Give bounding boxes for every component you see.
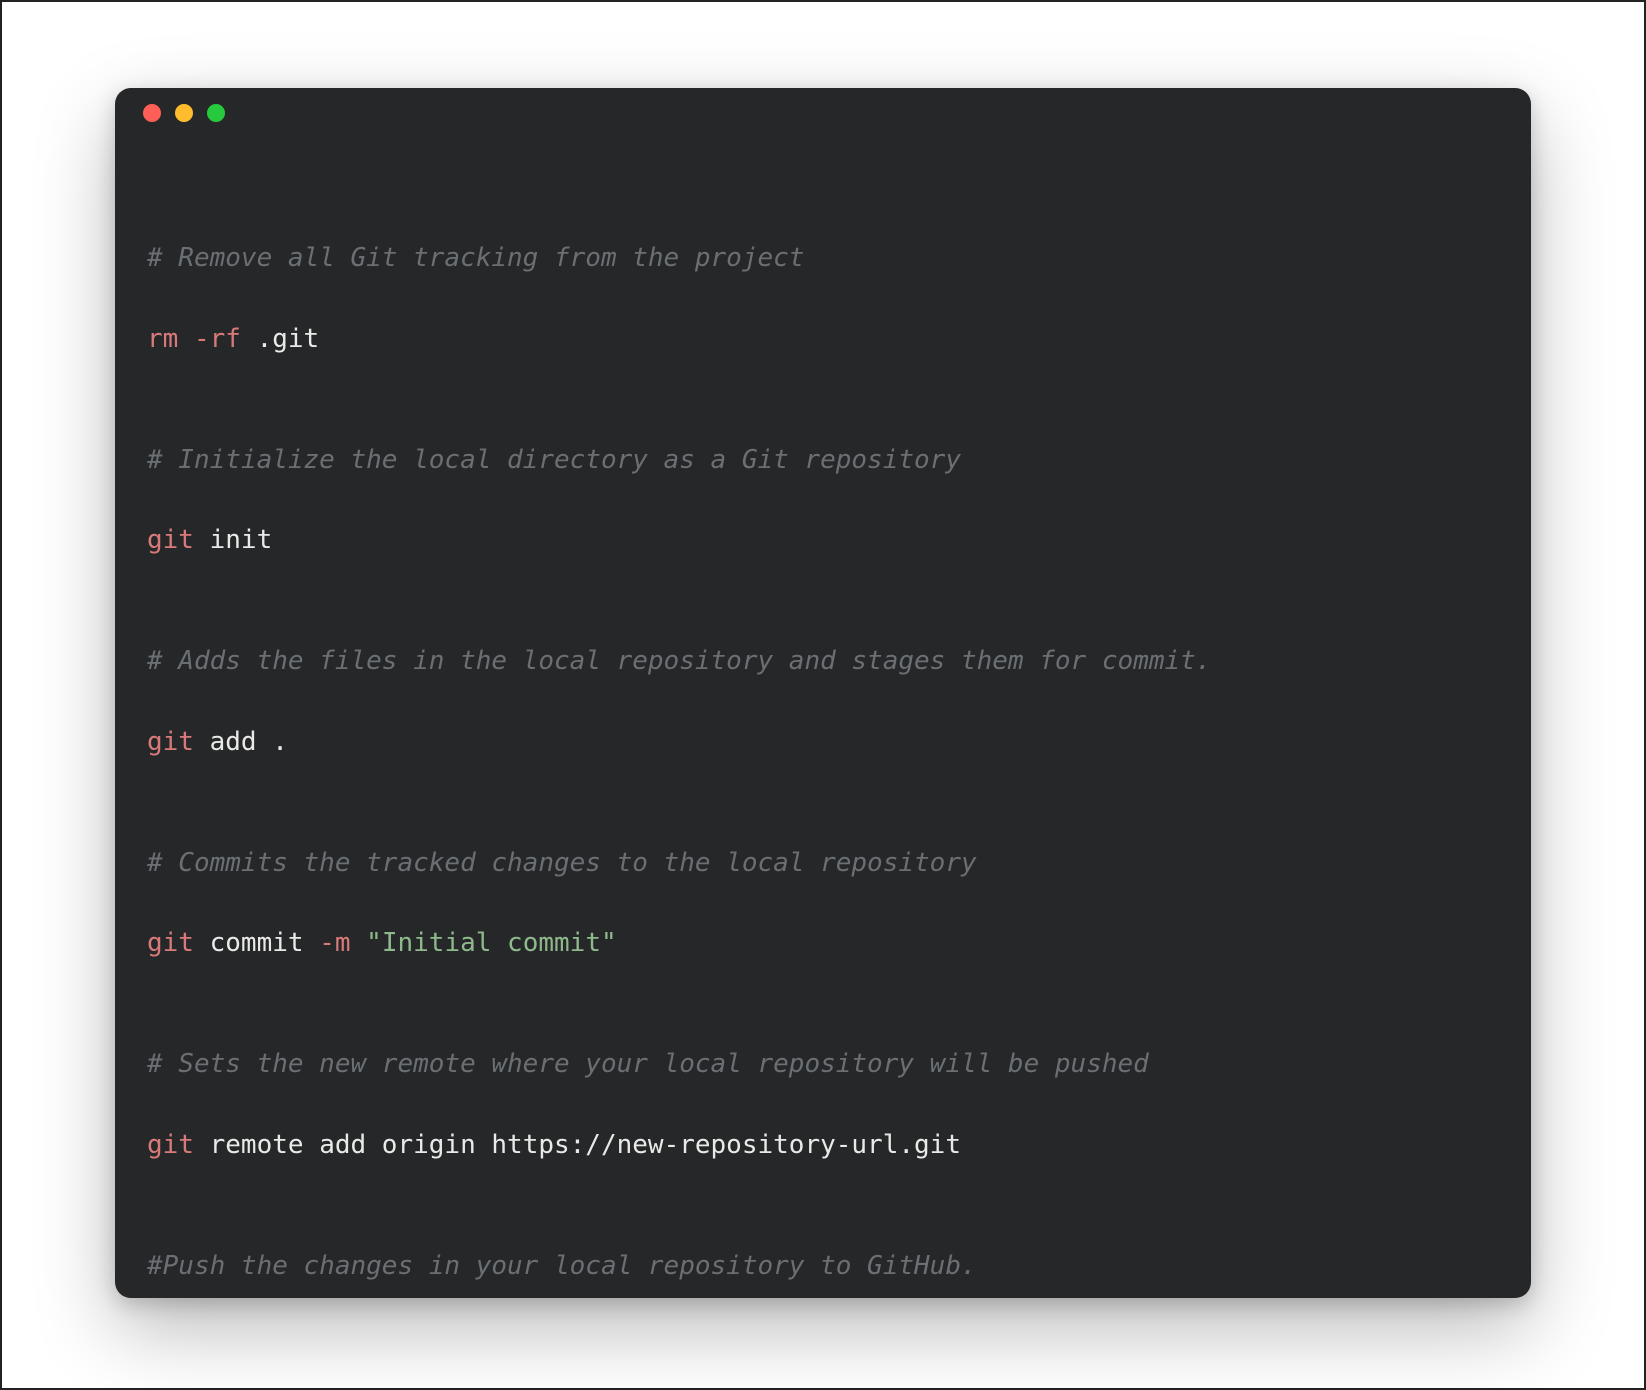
comment-line: # Remove all Git tracking from the proje… [147, 243, 804, 273]
minimize-icon[interactable] [175, 104, 193, 122]
comment-line: # Commits the tracked changes to the loc… [147, 848, 977, 878]
code-block: # Remove all Git tracking from the proje… [115, 138, 1531, 1298]
code-cmd: git [147, 928, 194, 958]
code-text: .git [241, 324, 319, 354]
code-cmd: git [147, 727, 194, 757]
code-cmd: git [147, 1130, 194, 1160]
comment-line: # Sets the new remote where your local r… [147, 1049, 1149, 1079]
comment-line: # Adds the files in the local repository… [147, 646, 1211, 676]
code-text: commit [194, 928, 319, 958]
comment-line: # Initialize the local directory as a Gi… [147, 445, 961, 475]
code-cmd: git [147, 525, 194, 555]
code-flag: -rf [178, 324, 241, 354]
code-text: add . [194, 727, 288, 757]
code-cmd: rm [147, 324, 178, 354]
terminal-window: # Remove all Git tracking from the proje… [115, 88, 1531, 1298]
maximize-icon[interactable] [207, 104, 225, 122]
window-titlebar [115, 88, 1531, 138]
close-icon[interactable] [143, 104, 161, 122]
code-flag: -m [319, 928, 366, 958]
code-string: "Initial commit" [366, 928, 616, 958]
code-text: remote add origin https://new-repository… [194, 1130, 961, 1160]
comment-line: #Push the changes in your local reposito… [147, 1251, 977, 1281]
code-text: init [194, 525, 272, 555]
